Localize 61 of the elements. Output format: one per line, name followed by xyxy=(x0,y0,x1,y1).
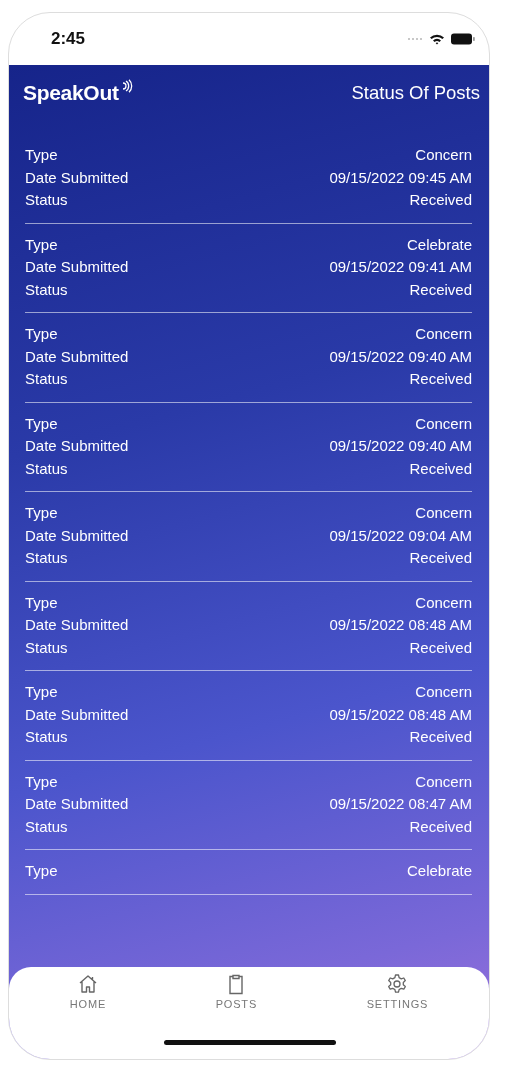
field-value: Celebrate xyxy=(406,861,472,881)
field-value: Concern xyxy=(415,771,472,792)
field-label: Date Submitted xyxy=(25,704,129,725)
field-label: Date Submitted xyxy=(25,525,129,546)
field-label: Status xyxy=(25,369,68,389)
tab-button[interactable]: POSTS xyxy=(201,973,272,1010)
field-value: Celebrate xyxy=(406,234,472,255)
field-value: Concern xyxy=(415,324,472,344)
field-label: Date Submitted xyxy=(25,167,129,188)
field-value: 09/15/2022 09:40 AM xyxy=(329,346,472,367)
field-label: Type xyxy=(25,592,58,613)
field-label: Status xyxy=(25,816,68,837)
field-value: Received xyxy=(409,190,472,210)
field-label: Date Submitted xyxy=(25,346,129,367)
field-value: 09/15/2022 09:45 AM xyxy=(329,167,472,188)
status-time: 2:45 xyxy=(51,29,86,49)
field-value: Concern xyxy=(415,145,472,165)
field-label: Date Submitted xyxy=(25,257,129,277)
field-value: 09/15/2022 08:47 AM xyxy=(329,794,472,814)
field-label: Type xyxy=(25,771,58,792)
battery-icon xyxy=(451,33,475,45)
field-value: Received xyxy=(409,816,472,837)
wifi-icon xyxy=(429,33,445,45)
field-value: Concern xyxy=(415,413,472,434)
field-value: Concern xyxy=(415,503,472,523)
field-value: 09/15/2022 08:48 AM xyxy=(329,704,472,725)
field-value: Concern xyxy=(415,682,472,702)
field-label: Date Submitted xyxy=(25,794,129,814)
field-value: Received xyxy=(409,727,472,747)
field-value: Received xyxy=(409,369,472,389)
field-value: 09/15/2022 09:04 AM xyxy=(329,525,472,546)
field-label: Status xyxy=(25,279,68,300)
field-label: Status xyxy=(25,637,68,658)
logo-text: SpeakOut xyxy=(23,81,119,105)
field-value: 09/15/2022 08:48 AM xyxy=(329,615,472,635)
field-value: Received xyxy=(409,637,472,658)
tab-button[interactable]: HOME xyxy=(55,973,121,1010)
field-label: Type xyxy=(25,682,58,702)
field-label: Status xyxy=(25,727,68,747)
field-label: Type xyxy=(25,413,58,434)
field-label: Type xyxy=(25,861,58,881)
field-label: Type xyxy=(25,145,58,165)
sound-waves-icon xyxy=(120,79,133,93)
field-value: Received xyxy=(409,279,472,300)
field-label: Date Submitted xyxy=(25,615,129,635)
field-value: 09/15/2022 09:41 AM xyxy=(329,257,472,277)
field-value: Concern xyxy=(415,592,472,613)
field-label: Type xyxy=(25,234,58,255)
field-value: 09/15/2022 09:40 AM xyxy=(329,436,472,456)
field-label: Type xyxy=(25,324,58,344)
signal-icon xyxy=(407,37,423,41)
field-label: Status xyxy=(25,548,68,568)
tab-button[interactable]: SETTINGS xyxy=(352,973,443,1010)
field-value: Received xyxy=(409,458,472,479)
field-label: Status xyxy=(25,190,68,210)
field-label: Date Submitted xyxy=(25,436,129,456)
page-title: Status Of Posts xyxy=(351,82,480,104)
settings-icon xyxy=(386,973,409,995)
field-value: Received xyxy=(409,548,472,568)
field-label: Type xyxy=(25,503,58,523)
field-label: Status xyxy=(25,458,68,479)
